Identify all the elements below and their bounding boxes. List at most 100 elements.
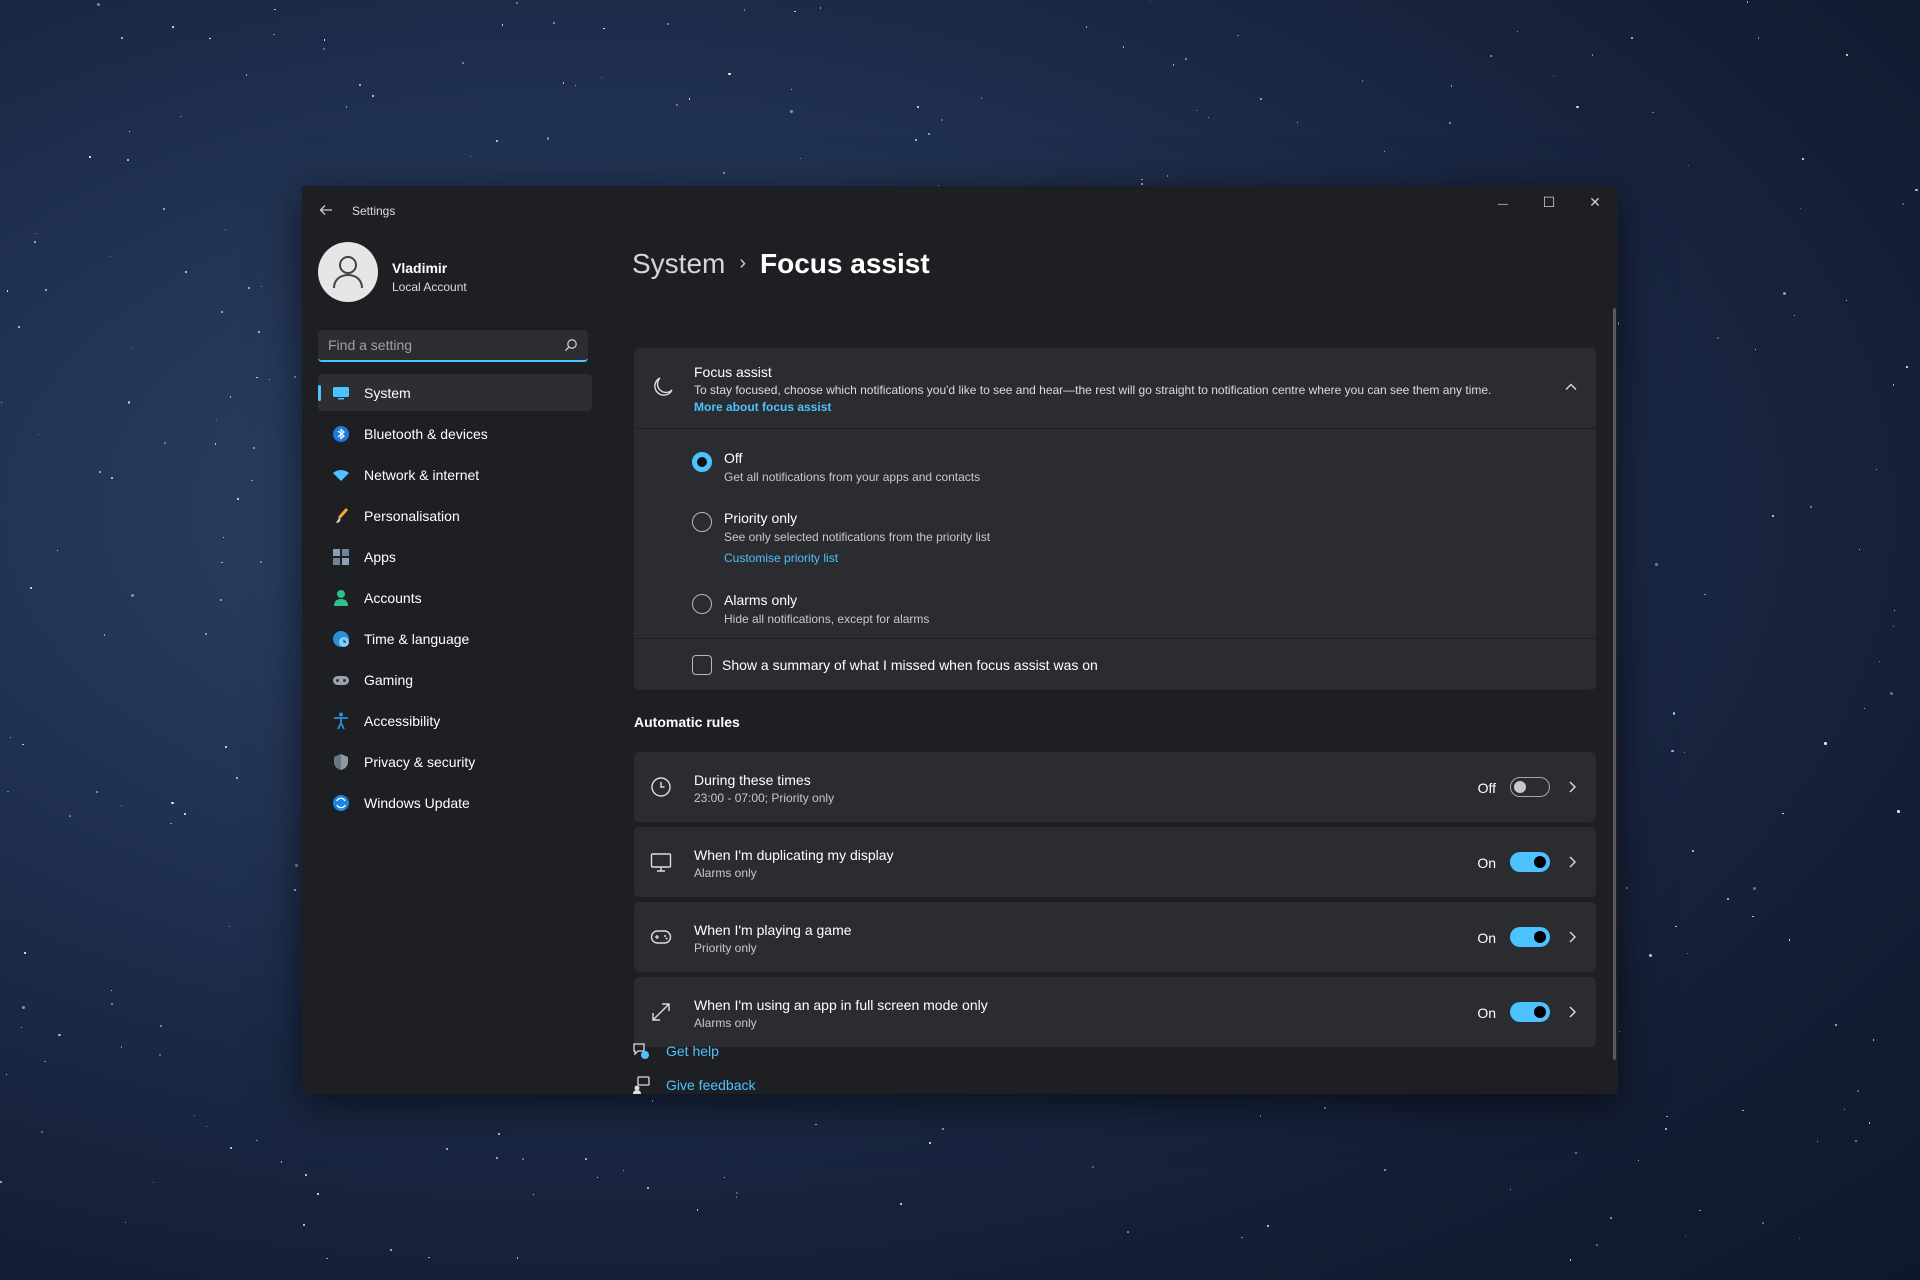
- star: [183, 812, 186, 815]
- star: [1687, 164, 1689, 166]
- star: [1878, 661, 1880, 663]
- radio-priority-only[interactable]: [692, 512, 712, 532]
- sidebar-item-system[interactable]: System: [318, 374, 592, 411]
- user-profile[interactable]: Vladimir Local Account: [318, 242, 588, 306]
- star: [96, 3, 100, 7]
- radio-off[interactable]: [692, 452, 712, 472]
- customise-priority-link[interactable]: Customise priority list: [724, 551, 838, 565]
- sidebar-item-network[interactable]: Network & internet: [318, 456, 592, 493]
- star: [547, 137, 550, 140]
- star: [1259, 97, 1262, 100]
- star: [1259, 1115, 1262, 1117]
- star: [1638, 1160, 1640, 1162]
- star: [127, 401, 131, 404]
- star: [1141, 182, 1144, 186]
- maximize-button[interactable]: ☐: [1526, 186, 1572, 218]
- minimize-button[interactable]: —: [1480, 186, 1526, 218]
- rule-subtitle: Priority only: [694, 941, 757, 955]
- star: [221, 561, 224, 564]
- gamepad-icon: [650, 930, 672, 944]
- chevron-up-icon[interactable]: [1564, 380, 1578, 394]
- toggle-knob: [1534, 931, 1546, 943]
- star: [160, 1024, 163, 1028]
- focus-assist-header[interactable]: Focus assist To stay focused, choose whi…: [634, 348, 1596, 429]
- star: [1619, 1031, 1621, 1033]
- sidebar-item-personalisation[interactable]: Personalisation: [318, 497, 592, 534]
- arrow-left-icon: [319, 205, 332, 215]
- breadcrumb: System › Focus assist: [632, 248, 930, 280]
- star: [323, 47, 326, 50]
- star: [1683, 752, 1685, 754]
- star: [1889, 692, 1893, 696]
- rule-state-label: Off: [1477, 780, 1496, 796]
- star: [295, 863, 299, 867]
- system-icon: [333, 387, 349, 400]
- star: [1788, 939, 1791, 942]
- star: [941, 118, 944, 121]
- star: [205, 633, 208, 636]
- sidebar-item-gaming[interactable]: Gaming: [318, 661, 592, 698]
- bluetooth-icon: [333, 426, 349, 442]
- sidebar-item-apps[interactable]: Apps: [318, 538, 592, 575]
- summary-checkbox[interactable]: [692, 655, 712, 675]
- rule-toggle[interactable]: [1510, 1002, 1550, 1022]
- star: [130, 347, 133, 350]
- star: [1906, 366, 1908, 368]
- star: [280, 1161, 283, 1163]
- star: [1127, 1231, 1130, 1233]
- moon-icon: [654, 377, 673, 396]
- sidebar-item-time-language[interactable]: Time & language: [318, 620, 592, 657]
- star: [1782, 291, 1787, 296]
- page-title: Focus assist: [760, 248, 930, 279]
- star: [127, 159, 129, 162]
- star: [1872, 1039, 1875, 1041]
- star: [273, 33, 275, 36]
- star: [1742, 1109, 1745, 1112]
- sidebar: Vladimir Local Account System Bluetooth …: [302, 234, 602, 1094]
- star: [256, 1139, 258, 1142]
- close-button[interactable]: ✕: [1572, 186, 1618, 218]
- star: [1575, 1151, 1577, 1154]
- summary-row[interactable]: Show a summary of what I missed when foc…: [634, 638, 1596, 691]
- star: [58, 1034, 61, 1037]
- more-about-link[interactable]: More about focus assist: [694, 400, 831, 414]
- back-button[interactable]: [312, 196, 340, 224]
- sidebar-item-bluetooth[interactable]: Bluetooth & devices: [318, 415, 592, 452]
- sidebar-item-windows-update[interactable]: Windows Update: [318, 784, 592, 821]
- sidebar-item-accounts[interactable]: Accounts: [318, 579, 592, 616]
- rule-full-screen-app[interactable]: When I'm using an app in full screen mod…: [634, 977, 1596, 1047]
- rule-duplicating-display[interactable]: When I'm duplicating my display Alarms o…: [634, 827, 1596, 897]
- star: [17, 325, 20, 328]
- star: [1122, 45, 1125, 48]
- star: [1509, 1189, 1512, 1191]
- star: [651, 1100, 654, 1102]
- search-icon[interactable]: [564, 338, 578, 352]
- star: [1704, 593, 1707, 596]
- star: [1591, 54, 1593, 56]
- star: [7, 790, 9, 793]
- sidebar-item-privacy-security[interactable]: Privacy & security: [318, 743, 592, 780]
- rule-during-these-times[interactable]: During these times 23:00 - 07:00; Priori…: [634, 752, 1596, 822]
- star: [1384, 1168, 1386, 1171]
- rule-toggle[interactable]: [1510, 777, 1550, 797]
- summary-checkbox-label: Show a summary of what I missed when foc…: [722, 657, 1098, 673]
- breadcrumb-parent[interactable]: System: [632, 248, 725, 279]
- star: [225, 745, 228, 748]
- star: [600, 77, 603, 79]
- star: [496, 140, 498, 142]
- brush-icon: [336, 508, 349, 523]
- scrollbar[interactable]: [1613, 308, 1616, 1060]
- search-input[interactable]: [318, 330, 554, 360]
- star: [305, 1174, 307, 1176]
- star: [1727, 898, 1729, 900]
- star: [1717, 337, 1720, 340]
- star: [1626, 886, 1629, 889]
- rule-playing-game[interactable]: When I'm playing a game Priority only On: [634, 902, 1596, 972]
- option-label: Alarms only: [724, 592, 798, 608]
- sidebar-item-accessibility[interactable]: Accessibility: [318, 702, 592, 739]
- gamepad-icon: [333, 676, 349, 685]
- radio-alarms-only[interactable]: [692, 594, 712, 614]
- rule-toggle[interactable]: [1510, 927, 1550, 947]
- rule-toggle[interactable]: [1510, 852, 1550, 872]
- star: [5, 1073, 7, 1076]
